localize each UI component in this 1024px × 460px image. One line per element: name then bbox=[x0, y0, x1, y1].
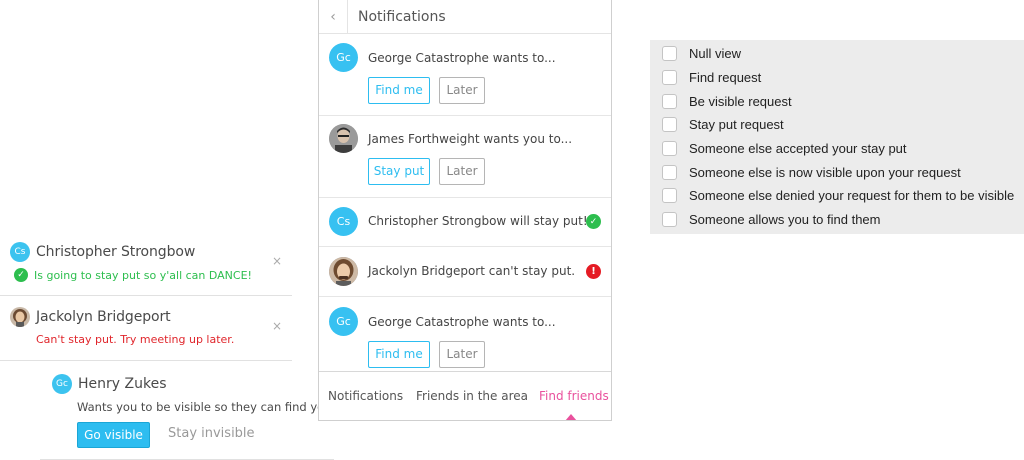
go-visible-button[interactable]: Go visible bbox=[77, 422, 150, 448]
request-sender-name: Henry Zukes bbox=[78, 376, 167, 392]
error-icon: ! bbox=[586, 264, 601, 279]
request-header: Gc Henry Zukes bbox=[52, 374, 166, 394]
checkbox[interactable] bbox=[662, 70, 677, 85]
checkbox[interactable] bbox=[662, 141, 677, 156]
screen-header: ‹ Notifications bbox=[319, 0, 611, 34]
avatar: Gc bbox=[329, 43, 358, 72]
stay-invisible-button[interactable]: Stay invisible bbox=[168, 426, 255, 441]
checkbox[interactable] bbox=[662, 117, 677, 132]
state-options-panel: Null view Find request Be visible reques… bbox=[650, 40, 1024, 234]
visibility-request-card: Gc Henry Zukes Wants you to be visible s… bbox=[40, 366, 336, 460]
close-icon[interactable]: × bbox=[272, 319, 282, 333]
toast-header: Jackolyn Bridgeport bbox=[10, 307, 171, 327]
checkbox-label: Stay put request bbox=[689, 117, 784, 132]
checkbox-label: Someone else is now visible upon your re… bbox=[689, 165, 961, 180]
toast-sender-name: Christopher Strongbow bbox=[36, 244, 196, 260]
avatar: Cs bbox=[10, 242, 30, 262]
toast-sender-name: Jackolyn Bridgeport bbox=[36, 309, 171, 325]
checkbox-allows-find[interactable]: Someone allows you to find them bbox=[662, 212, 881, 227]
checkbox-accepted-stay-put[interactable]: Someone else accepted your stay put bbox=[662, 141, 907, 156]
notification-item: Gc George Catastrophe wants to... Find m… bbox=[319, 297, 611, 371]
checkbox-denied-visible[interactable]: Someone else denied your request for the… bbox=[662, 188, 1014, 203]
tab-notifications[interactable]: Notifications bbox=[328, 389, 403, 403]
find-me-button[interactable]: Find me bbox=[368, 77, 430, 104]
check-icon: ✓ bbox=[14, 268, 28, 282]
toast-message: Can't stay put. Try meeting up later. bbox=[36, 333, 234, 346]
notifications-screen: ‹ Notifications Gc George Catastrophe wa… bbox=[318, 0, 612, 421]
checkbox-label: Someone else accepted your stay put bbox=[689, 141, 907, 156]
notification-item: James Forthweight wants you to... Stay p… bbox=[319, 116, 611, 198]
checkbox-label: Be visible request bbox=[689, 94, 792, 109]
notification-text: George Catastrophe wants to... bbox=[368, 315, 556, 329]
page-title: Notifications bbox=[358, 9, 446, 25]
toast-stay-put: Cs Christopher Strongbow ✓ Is going to s… bbox=[0, 236, 292, 296]
tab-find-friends[interactable]: Find friends bbox=[539, 389, 609, 403]
notification-text: James Forthweight wants you to... bbox=[368, 132, 573, 146]
checkbox-stay-put-request[interactable]: Stay put request bbox=[662, 117, 784, 132]
notification-item: Jackolyn Bridgeport can't stay put. ! bbox=[319, 247, 611, 297]
later-button[interactable]: Later bbox=[439, 341, 485, 368]
request-message: Wants you to be visible so they can find… bbox=[77, 400, 336, 414]
close-icon[interactable]: × bbox=[272, 254, 282, 268]
checkbox[interactable] bbox=[662, 165, 677, 180]
find-me-button[interactable]: Find me bbox=[368, 341, 430, 368]
later-button[interactable]: Later bbox=[439, 158, 485, 185]
notification-text: George Catastrophe wants to... bbox=[368, 51, 556, 65]
active-tab-indicator bbox=[565, 414, 577, 420]
notification-item: Gc George Catastrophe wants to... Find m… bbox=[319, 35, 611, 116]
toast-cant-stay: Jackolyn Bridgeport Can't stay put. Try … bbox=[0, 301, 292, 361]
later-button[interactable]: Later bbox=[439, 77, 485, 104]
avatar: Gc bbox=[52, 374, 72, 394]
checkbox-null-view[interactable]: Null view bbox=[662, 46, 741, 61]
tab-friends-in-the-area[interactable]: Friends in the area bbox=[416, 389, 528, 403]
avatar: Gc bbox=[329, 307, 358, 336]
checkbox-now-visible[interactable]: Someone else is now visible upon your re… bbox=[662, 165, 961, 180]
checkbox-find-request[interactable]: Find request bbox=[662, 70, 761, 85]
checkbox-label: Null view bbox=[689, 46, 742, 61]
check-icon: ✓ bbox=[586, 214, 601, 229]
person-photo-avatar-icon bbox=[329, 257, 358, 286]
checkbox-label: Find request bbox=[689, 70, 762, 85]
stay-put-button[interactable]: Stay put bbox=[368, 158, 430, 185]
notification-text: Christopher Strongbow will stay put! bbox=[368, 214, 588, 228]
toast-message-text: Can't stay put. Try meeting up later. bbox=[36, 333, 235, 346]
notification-text: Jackolyn Bridgeport can't stay put. bbox=[368, 264, 576, 278]
checkbox-label: Someone else denied your request for the… bbox=[689, 188, 1015, 203]
person-photo-avatar-icon bbox=[329, 124, 358, 153]
checkbox[interactable] bbox=[662, 46, 677, 61]
person-photo-avatar-icon bbox=[10, 307, 30, 327]
checkbox-be-visible-request[interactable]: Be visible request bbox=[662, 94, 792, 109]
checkbox[interactable] bbox=[662, 212, 677, 227]
notification-item: Cs Christopher Strongbow will stay put! … bbox=[319, 198, 611, 247]
checkbox[interactable] bbox=[662, 94, 677, 109]
toast-message: ✓ Is going to stay put so y'all can DANC… bbox=[14, 268, 252, 282]
avatar: Cs bbox=[329, 207, 358, 236]
checkbox[interactable] bbox=[662, 188, 677, 203]
toast-header: Cs Christopher Strongbow bbox=[10, 242, 195, 262]
bottom-tab-bar: Notifications Friends in the area Find f… bbox=[319, 371, 611, 420]
back-chevron-icon[interactable]: ‹ bbox=[319, 0, 348, 34]
toast-message-text: Is going to stay put so y'all can DANCE! bbox=[34, 268, 252, 282]
checkbox-label: Someone allows you to find them bbox=[689, 212, 881, 227]
